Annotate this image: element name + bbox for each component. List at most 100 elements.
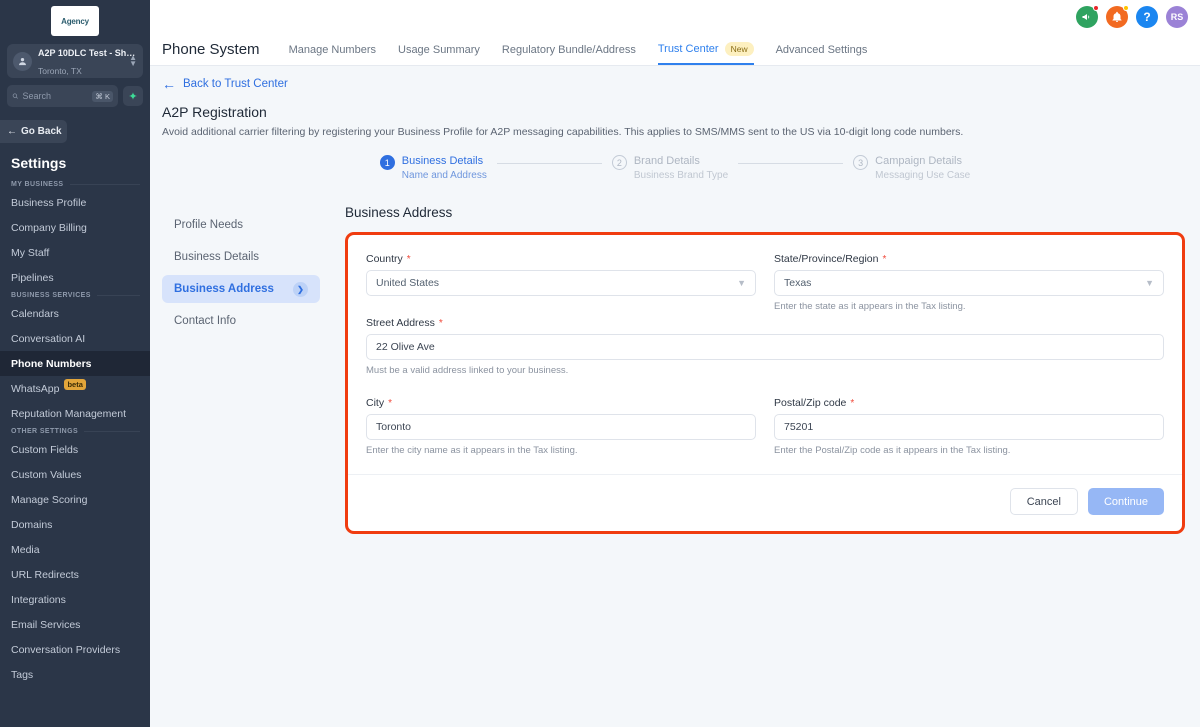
new-badge: New bbox=[724, 42, 754, 56]
tab-label: Manage Numbers bbox=[288, 44, 376, 56]
back-to-trust-center-link[interactable]: ← Back to Trust Center bbox=[150, 66, 1200, 98]
go-back-button[interactable]: ← Go Back bbox=[0, 120, 67, 143]
country-select[interactable]: United States ▼ bbox=[366, 270, 756, 296]
sidebar-sections: MY BUSINESS Business Profile Company Billi… bbox=[0, 179, 150, 687]
agency-logo[interactable]: Agency bbox=[0, 0, 150, 40]
body-row: Profile Needs Business Details Business Ad… bbox=[150, 183, 1200, 727]
sidebar-item-conversation-ai[interactable]: Conversation AI bbox=[0, 326, 150, 351]
sidebar-item-my-staff[interactable]: My Staff bbox=[0, 240, 150, 265]
subnav-item-business-address[interactable]: Business Address ❯ bbox=[162, 275, 320, 303]
sidebar-item-label: Manage Scoring bbox=[11, 493, 88, 506]
help-icon[interactable]: ? bbox=[1136, 5, 1158, 28]
sidebar-item-label: Custom Fields bbox=[11, 443, 79, 456]
sidebar-item-label: URL Redirects bbox=[11, 568, 79, 581]
announcement-icon[interactable] bbox=[1076, 4, 1099, 28]
chevron-updown-icon: ▲ ▼ bbox=[129, 53, 137, 68]
sidebar-item-label: Conversation Providers bbox=[11, 643, 121, 656]
sidebar-item-domains[interactable]: Domains bbox=[0, 512, 150, 537]
sidebar-item-whatsapp[interactable]: WhatsApp beta bbox=[0, 376, 150, 401]
sidebar-item-label: Business Profile bbox=[11, 196, 87, 209]
notifications-bell-icon[interactable] bbox=[1106, 4, 1129, 28]
city-label: City bbox=[366, 397, 385, 409]
sidebar-item-label: Tags bbox=[11, 668, 34, 681]
sidebar-section-heading: BUSINESS SERVICES bbox=[0, 290, 150, 301]
state-label-row: State/Province/Region * bbox=[774, 253, 1164, 270]
stepper: 1 Business Details Name and Address 2 Brand … bbox=[150, 138, 1200, 183]
sidebar-item-tags[interactable]: Tags bbox=[0, 662, 150, 687]
continue-button[interactable]: Continue bbox=[1087, 488, 1164, 515]
form-column: Business Address Country * United States bbox=[320, 205, 1185, 727]
country-value: United States bbox=[376, 277, 440, 289]
subnav-item-business-details[interactable]: Business Details bbox=[162, 243, 320, 271]
tab-label: Advanced Settings bbox=[775, 44, 868, 56]
tab-usage-summary[interactable]: Usage Summary bbox=[387, 44, 491, 65]
sidebar-item-label: Media bbox=[11, 543, 40, 556]
step-label: Brand Details bbox=[633, 155, 700, 167]
sidebar-item-integrations[interactable]: Integrations bbox=[0, 587, 150, 612]
subnav-item-label: Profile Needs bbox=[174, 219, 244, 231]
subnav-item-label: Business Address bbox=[174, 283, 274, 295]
state-hint: Enter the state as it appears in the Tax… bbox=[774, 301, 966, 312]
sidebar-item-label: Phone Numbers bbox=[11, 357, 92, 370]
street-address-hint: Must be a valid address linked to your b… bbox=[366, 365, 569, 376]
account-switcher[interactable]: A2P 10DLC Test - Sh… Toronto, TX ▲ ▼ bbox=[7, 44, 143, 78]
sidebar-item-custom-fields[interactable]: Custom Fields bbox=[0, 437, 150, 462]
sidebar-item-business-profile[interactable]: Business Profile bbox=[0, 190, 150, 215]
sparkle-icon[interactable]: ✦ bbox=[123, 86, 143, 106]
search-input[interactable] bbox=[22, 91, 89, 101]
field-postal: Postal/Zip code * 75201 Enter the Postal… bbox=[774, 397, 1164, 460]
step-3[interactable]: 3 Campaign Details Messaging Use Case bbox=[853, 154, 970, 183]
street-address-value: 22 Olive Ave bbox=[376, 341, 435, 353]
state-label: State/Province/Region bbox=[774, 253, 879, 265]
subnav-item-profile-needs[interactable]: Profile Needs bbox=[162, 211, 320, 239]
subnav-item-contact-info[interactable]: Contact Info bbox=[162, 307, 320, 335]
notification-dot bbox=[1093, 4, 1099, 11]
country-label: Country bbox=[366, 253, 403, 265]
postal-input[interactable]: 75201 bbox=[774, 414, 1164, 440]
sidebar-item-email-services[interactable]: Email Services bbox=[0, 612, 150, 637]
sidebar-item-media[interactable]: Media bbox=[0, 537, 150, 562]
postal-label-row: Postal/Zip code * bbox=[774, 397, 1164, 414]
tab-trust-center[interactable]: Trust Center New bbox=[647, 42, 765, 65]
city-input[interactable]: Toronto bbox=[366, 414, 756, 440]
sidebar-section-heading: OTHER SETTINGS bbox=[0, 426, 150, 437]
search-row: ⌘ K ✦ bbox=[7, 85, 143, 107]
sidebar-item-calendars[interactable]: Calendars bbox=[0, 301, 150, 326]
page-title: Phone System bbox=[162, 41, 260, 58]
search-icon bbox=[12, 93, 18, 99]
sidebar-item-conversation-providers[interactable]: Conversation Providers bbox=[0, 637, 150, 662]
go-back-label: Go Back bbox=[21, 126, 62, 137]
field-state: State/Province/Region * Texas ▼ Enter th… bbox=[774, 253, 1164, 317]
tabbar: Phone System Manage Numbers Usage Summary… bbox=[150, 33, 1200, 66]
street-address-input[interactable]: 22 Olive Ave bbox=[366, 334, 1164, 360]
tab-manage-numbers[interactable]: Manage Numbers bbox=[278, 44, 387, 65]
sidebar-item-manage-scoring[interactable]: Manage Scoring bbox=[0, 487, 150, 512]
form-subnav: Profile Needs Business Details Business Ad… bbox=[162, 205, 320, 727]
sidebar-section-heading: MY BUSINESS bbox=[0, 179, 150, 190]
cancel-button[interactable]: Cancel bbox=[1009, 488, 1078, 515]
sidebar-item-custom-values[interactable]: Custom Values bbox=[0, 462, 150, 487]
avatar[interactable]: RS bbox=[1166, 5, 1188, 28]
required-asterisk: * bbox=[850, 397, 855, 409]
sidebar-item-company-billing[interactable]: Company Billing bbox=[0, 215, 150, 240]
content: ← Back to Trust Center A2P Registration … bbox=[150, 66, 1200, 727]
search-input-wrap[interactable]: ⌘ K bbox=[7, 85, 118, 107]
sidebar-item-reputation-management[interactable]: Reputation Management bbox=[0, 401, 150, 426]
required-asterisk: * bbox=[438, 317, 443, 329]
step-number-badge: 3 bbox=[853, 155, 869, 170]
tab-regulatory-bundle-address[interactable]: Regulatory Bundle/Address bbox=[491, 44, 647, 65]
main-area: ? RS Phone System Manage Numbers Usage Su… bbox=[150, 0, 1200, 727]
arrow-left-icon: ← bbox=[162, 75, 176, 92]
sidebar-item-url-redirects[interactable]: URL Redirects bbox=[0, 562, 150, 587]
postal-label: Postal/Zip code bbox=[774, 397, 847, 409]
step-2[interactable]: 2 Brand Details Business Brand Type bbox=[611, 154, 728, 183]
sidebar-title: Settings bbox=[11, 155, 67, 171]
step-1[interactable]: 1 Business Details Name and Address bbox=[379, 154, 487, 183]
sidebar-item-pipelines[interactable]: Pipelines bbox=[0, 265, 150, 290]
sidebar-item-label: Calendars bbox=[11, 307, 59, 320]
state-select[interactable]: Texas ▼ bbox=[774, 270, 1164, 296]
sidebar-item-phone-numbers[interactable]: Phone Numbers bbox=[0, 351, 150, 376]
tab-advanced-settings[interactable]: Advanced Settings bbox=[765, 44, 879, 65]
